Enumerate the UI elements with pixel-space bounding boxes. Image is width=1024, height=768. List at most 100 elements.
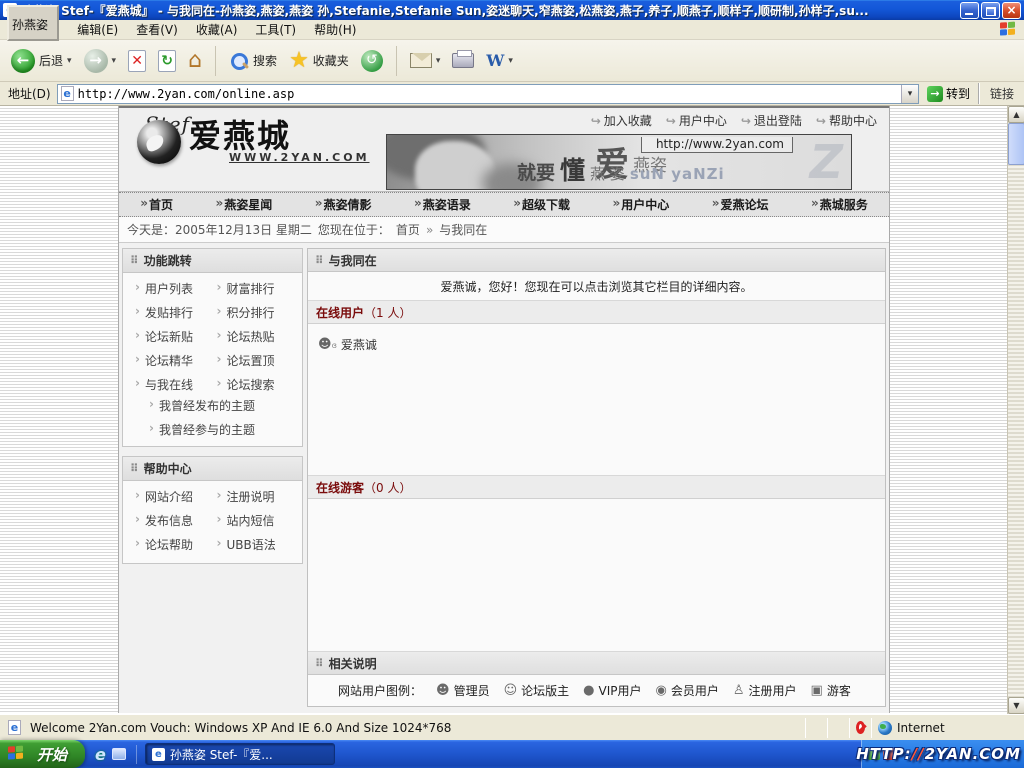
print-button[interactable]	[447, 50, 479, 71]
online-users-count: （1 人）	[364, 304, 411, 321]
status-text: Welcome 2Yan.com Vouch: Windows XP And I…	[30, 721, 451, 735]
nav-user-center[interactable]: »用户中心	[612, 196, 669, 213]
sidebar-link-site-intro[interactable]: ›网站介绍	[135, 488, 217, 505]
address-url[interactable]: http://www.2yan.com/online.asp	[78, 87, 901, 101]
link-arrow-icon: ›	[217, 512, 222, 529]
home-button[interactable]: ⌂	[183, 47, 207, 75]
site-logo[interactable]: Stef 爱燕城 WWW.2YAN.COM	[137, 120, 370, 164]
nav-downloads[interactable]: »超级下载	[513, 196, 570, 213]
legend-member: ◉会员用户	[656, 682, 719, 699]
edit-word-button[interactable]: W ▾	[481, 48, 518, 73]
nav-arrow-icon: »	[612, 196, 620, 213]
nav-arrow-icon: »	[513, 196, 521, 213]
zone-label: Internet	[897, 721, 945, 735]
links-toolbar[interactable]: 链接	[978, 83, 1022, 104]
logout-link[interactable]: ↪ 退出登陆	[741, 112, 802, 129]
show-desktop-icon[interactable]	[112, 748, 126, 760]
scroll-up-button[interactable]: ▲	[1008, 106, 1024, 123]
member-icon: ◉	[656, 683, 667, 698]
taskbar-task-button[interactable]: e 孙燕姿 Stef-『爱...	[145, 743, 335, 765]
nav-photos[interactable]: »燕姿倩影	[315, 196, 372, 213]
online-guests-count: （0 人）	[364, 479, 411, 496]
nav-label: 用户中心	[621, 196, 669, 213]
sidebar-link-wealth-rank[interactable]: ›财富排行	[217, 280, 299, 297]
stop-button[interactable]: ✕	[123, 47, 151, 75]
scroll-down-button[interactable]: ▼	[1008, 697, 1024, 714]
banner-image[interactable]: Z http://www.2yan.com 爱 燕姿 就要 懂 燕 姿 suN …	[386, 134, 852, 190]
banner-slogan: 就要 懂 燕 姿 suN yaNZi	[517, 151, 725, 187]
sidebar-link-ubb[interactable]: ›UBB语法	[217, 536, 299, 553]
mail-dropdown-icon[interactable]: ▾	[436, 56, 441, 66]
sidebar-link-digest[interactable]: ›论坛精华	[135, 352, 217, 369]
back-button[interactable]: ← 后退 ▾	[6, 46, 77, 76]
start-button[interactable]: 开始	[0, 740, 85, 768]
sidebar-link-post-rank[interactable]: ›发贴排行	[135, 304, 217, 321]
favorites-button[interactable]: ★ 收藏夹	[284, 48, 354, 74]
scroll-thumb[interactable]	[1008, 123, 1024, 165]
status-pane	[806, 718, 828, 738]
nav-services[interactable]: »燕城服务	[811, 196, 868, 213]
sidebar-link-forum-help[interactable]: ›论坛帮助	[135, 536, 217, 553]
online-user-item[interactable]: ☻ɞ 爱燕诚	[318, 336, 875, 353]
slogan-pre: 就要	[517, 158, 555, 185]
breadcrumb: 今天是：2005年12月13日 星期二 您现在位于： 首页 » 与我同在	[119, 217, 889, 243]
go-button[interactable]: → 转到	[923, 84, 974, 103]
sidebar-link-user-list[interactable]: ›用户列表	[135, 280, 217, 297]
link-arrow-icon: ›	[135, 376, 140, 393]
sidebar-link-publish-info[interactable]: ›发布信息	[135, 512, 217, 529]
address-input[interactable]: e http://www.2yan.com/online.asp ▾	[57, 84, 919, 104]
nav-home[interactable]: »首页	[140, 196, 173, 213]
link-arrow-icon: ›	[135, 512, 140, 529]
link-arrow-icon: ›	[135, 536, 140, 553]
nav-forum[interactable]: »爱燕论坛	[712, 196, 769, 213]
sidebar-link-pinned[interactable]: ›论坛置顶	[217, 352, 299, 369]
sidebar-link-site-message[interactable]: ›站内短信	[217, 512, 299, 529]
user-center-link[interactable]: ↪ 用户中心	[666, 112, 727, 129]
sidebar-link-hot-posts[interactable]: ›论坛热贴	[217, 328, 299, 345]
quick-launch: e	[85, 745, 137, 764]
mail-button[interactable]: ▾	[405, 50, 446, 71]
nav-quotes[interactable]: »燕姿语录	[414, 196, 471, 213]
menu-view[interactable]: 查看(V)	[127, 19, 187, 40]
vertical-scrollbar[interactable]: ▲ ▼	[1007, 106, 1024, 714]
minimize-button[interactable]	[960, 2, 979, 19]
search-label: 搜索	[253, 52, 277, 69]
logout-label: 退出登陆	[754, 112, 802, 129]
task-ie-icon: e	[152, 748, 165, 761]
quick-launch-ie-icon[interactable]: e	[95, 745, 106, 764]
online-user-name[interactable]: 爱燕诚	[341, 336, 377, 353]
refresh-button[interactable]: ↻	[153, 47, 181, 75]
member-icon: ☻ɞ	[318, 337, 337, 352]
word-dropdown-icon[interactable]: ▾	[508, 56, 513, 66]
help-center-link[interactable]: ↪ 帮助中心	[816, 112, 877, 129]
forward-dropdown-icon[interactable]: ▾	[112, 56, 117, 66]
sidebar-link-my-replies[interactable]: ›我曾经参与的主题	[149, 421, 298, 438]
sidebar-link-register-help[interactable]: ›注册说明	[217, 488, 299, 505]
address-dropdown-icon[interactable]: ▾	[901, 85, 918, 103]
link-arrow-icon: ›	[135, 352, 140, 369]
menu-edit[interactable]: 编辑(E)	[68, 19, 127, 40]
online-users-list: ☻ɞ 爱燕诚	[308, 324, 885, 476]
menu-favorites[interactable]: 收藏(A)	[187, 19, 247, 40]
nav-arrow-icon: »	[414, 196, 422, 213]
sidebar-link-my-topics[interactable]: ›我曾经发布的主题	[149, 397, 298, 414]
sidebar-link-search[interactable]: ›论坛搜索	[217, 376, 299, 393]
history-button[interactable]: ↺	[356, 47, 388, 75]
forward-button[interactable]: → ▾	[79, 46, 122, 76]
search-icon	[229, 51, 249, 71]
menu-help[interactable]: 帮助(H)	[305, 19, 365, 40]
related-info-title: 相关说明	[329, 655, 377, 672]
back-dropdown-icon[interactable]: ▾	[67, 56, 72, 66]
nav-news[interactable]: »燕姿星闻	[215, 196, 272, 213]
sidebar-link-online[interactable]: ›与我在线	[135, 376, 217, 393]
close-button[interactable]: ×	[1002, 2, 1021, 19]
restore-button[interactable]	[981, 2, 1000, 19]
breadcrumb-home-link[interactable]: 首页	[396, 221, 420, 238]
ie-window: e 孙燕姿 Stef-『爱燕城』 - 与我同在-孙燕姿,燕姿,燕姿 孙,Stef…	[0, 0, 1024, 768]
menu-tools[interactable]: 工具(T)	[246, 19, 305, 40]
search-button[interactable]: 搜索	[224, 48, 282, 74]
add-favorite-link[interactable]: ↪ 加入收藏	[591, 112, 652, 129]
sidebar-link-score-rank[interactable]: ›积分排行	[217, 304, 299, 321]
admin-icon: ☻	[436, 683, 450, 698]
sidebar-link-new-posts[interactable]: ›论坛新贴	[135, 328, 217, 345]
